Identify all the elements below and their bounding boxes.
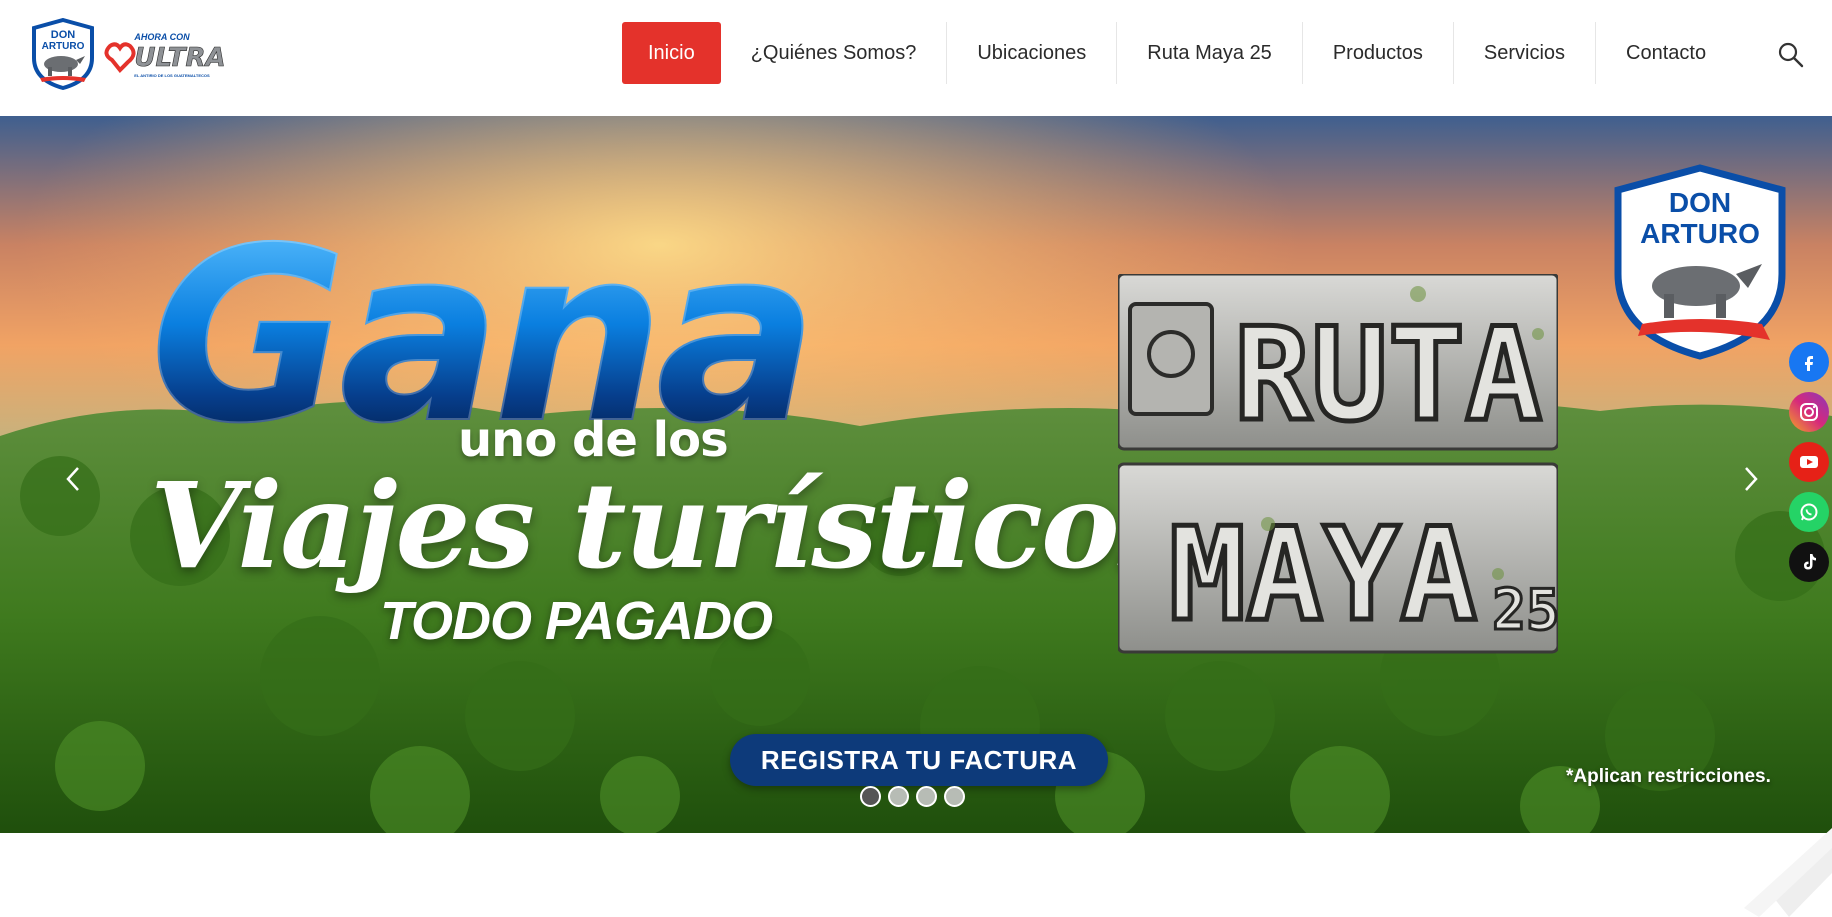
nav-item-contacto[interactable]: Contacto: [1596, 22, 1736, 84]
slider-dot-1[interactable]: [860, 786, 881, 807]
slider-dot-4[interactable]: [944, 786, 965, 807]
ruta-number: 25: [1492, 578, 1558, 643]
maya-word: MAYA: [1169, 501, 1477, 650]
ultra-slogan: EL ANTIRIO DE LOS GUATEMALTECOS: [134, 73, 210, 78]
slider-pagination: [860, 786, 965, 807]
slider-dot-3[interactable]: [916, 786, 937, 807]
nav-item-quienes-somos[interactable]: ¿Quiénes Somos?: [721, 22, 948, 84]
ruta-maya-logo: RUTA MAYA 25: [1118, 274, 1558, 654]
ultra-tagline: AHORA CON: [133, 32, 190, 42]
corner-decoration-icon: [1744, 828, 1832, 917]
logo-text-top: DON: [51, 29, 76, 41]
search-icon[interactable]: [1776, 40, 1806, 70]
badge-text-top: DON: [1669, 187, 1731, 218]
don-arturo-logo-icon: DON ARTURO: [32, 18, 94, 90]
main-nav: Inicio ¿Quiénes Somos? Ubicaciones Ruta …: [622, 22, 1736, 84]
ruta-word: RUTA: [1234, 301, 1542, 450]
site-header: DON ARTURO AHORA CON ULTRA EL ANTIRIO DE…: [0, 0, 1832, 116]
registra-factura-button[interactable]: REGISTRA TU FACTURA: [730, 734, 1108, 786]
hero-tagline: TODO PAGADO: [380, 591, 773, 651]
logo[interactable]: DON ARTURO AHORA CON ULTRA EL ANTIRIO DE…: [30, 18, 235, 90]
facebook-icon[interactable]: [1789, 342, 1829, 382]
hero-title: Viajes turísticos: [150, 456, 1184, 595]
tiktok-icon[interactable]: [1789, 542, 1829, 582]
nav-item-servicios[interactable]: Servicios: [1454, 22, 1597, 84]
hero-slider: Gana uno de los Viajes turísticos TODO P…: [0, 116, 1832, 833]
nav-item-productos[interactable]: Productos: [1303, 22, 1454, 84]
whatsapp-icon[interactable]: [1789, 492, 1829, 532]
slider-prev-icon[interactable]: [58, 454, 88, 504]
ultra-name: ULTRA: [134, 43, 225, 73]
nav-item-inicio[interactable]: Inicio: [622, 22, 721, 84]
instagram-icon[interactable]: [1789, 392, 1829, 432]
youtube-icon[interactable]: [1789, 442, 1829, 482]
don-arturo-badge: DON ARTURO: [1614, 164, 1786, 360]
social-links: [1789, 342, 1829, 592]
restrictions-note: *Aplican restricciones.: [1566, 766, 1771, 787]
badge-text-bottom: ARTURO: [1640, 218, 1760, 249]
nav-item-ruta-maya[interactable]: Ruta Maya 25: [1117, 22, 1303, 84]
slider-dot-2[interactable]: [888, 786, 909, 807]
logo-text-bottom: ARTURO: [42, 41, 85, 52]
nav-item-ubicaciones[interactable]: Ubicaciones: [947, 22, 1118, 84]
ultra-logo-icon: AHORA CON ULTRA EL ANTIRIO DE LOS GUATEM…: [104, 32, 226, 78]
slider-next-icon[interactable]: [1736, 454, 1766, 504]
